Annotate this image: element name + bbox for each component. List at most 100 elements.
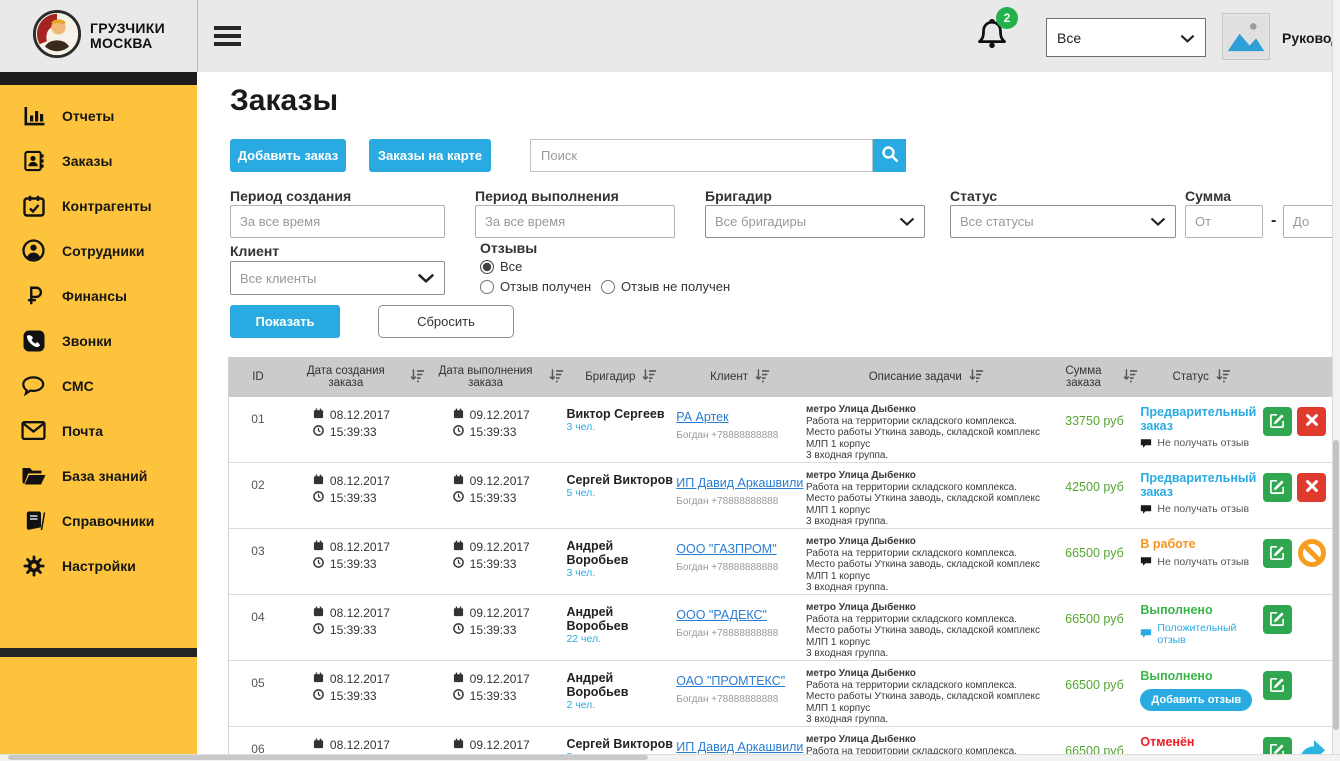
header-brigadir[interactable]: Бригадир [566,357,676,397]
radio-review-not-received[interactable]: Отзыв не получен [601,279,730,294]
edit-pencil-icon [1269,478,1286,498]
folder-open-icon [20,463,47,489]
period-created-input[interactable] [230,205,445,238]
hamburger-menu-icon[interactable] [214,26,241,47]
filter-status-label: Статус [950,188,998,204]
search-input[interactable] [530,139,873,172]
sidebar-item-calls[interactable]: Звонки [0,318,197,363]
delete-order-button[interactable] [1297,473,1327,502]
order-id: 02 [251,478,265,492]
orders-on-map-button[interactable]: Заказы на карте [369,139,491,172]
client-link[interactable]: РА Артек [676,410,728,424]
client-link[interactable]: ОАО "ПРОМТЕКС" [676,674,785,688]
sidebar-item-sms[interactable]: СМС [0,363,197,408]
client-link[interactable]: ООО "РАДЕКС" [676,608,767,622]
avatar[interactable] [1222,13,1270,60]
sidebar-bottom-divider [0,648,197,657]
speech-bubble-icon [1140,438,1152,449]
header-created-date[interactable]: Дата создания заказа [287,357,427,397]
sidebar-item-label: База знаний [62,467,148,484]
sidebar-item-label: СМС [62,377,94,394]
search-button[interactable] [873,139,906,172]
client-phone: Богдан +78888888888 [676,430,779,441]
sum-to-input[interactable] [1283,205,1333,238]
executed-date-cell: 09.12.2017 15:39:33 [427,661,567,726]
sidebar-item-contractors[interactable]: Контрагенты [0,183,197,228]
sidebar-item-label: Финансы [62,287,127,304]
edit-order-button[interactable] [1263,605,1293,634]
edit-order-button[interactable] [1263,539,1293,568]
calendar-icon [313,474,324,488]
review-note: Не получать отзыв [1140,556,1263,568]
edit-pencil-icon [1269,676,1286,696]
show-button[interactable]: Показать [230,305,340,338]
client-select[interactable]: Все клиенты [230,261,445,295]
x-icon [1304,412,1320,431]
sidebar-item-mail[interactable]: Почта [0,408,197,453]
header-filter-select-value: Все [1057,29,1082,46]
app: 2 Все Руководи ГРУЗЧИКИ МОСКВА Отчеты За… [0,0,1340,761]
cancel-order-button[interactable] [1297,538,1327,569]
task-description-cell: метро Улица Дыбенко Работа на территории … [806,404,1040,462]
horizontal-scrollbar-thumb[interactable] [8,755,648,760]
client-link[interactable]: ООО "ГАЗПРОМ" [676,542,776,556]
order-id: 01 [251,412,265,426]
sidebar-item-settings[interactable]: Настройки [0,543,197,588]
header-filter-select[interactable]: Все [1046,18,1206,57]
radio-review-received[interactable]: Отзыв получен [480,279,591,294]
sidebar-item-references[interactable]: Справочники [0,498,197,543]
edit-order-button[interactable] [1263,671,1293,700]
edit-order-button[interactable] [1263,407,1293,436]
header-executed-date[interactable]: Дата выполнения заказа [427,357,567,397]
radio-reviews-all[interactable]: Все [480,259,522,274]
radio-input-received[interactable] [480,279,494,294]
calendar-icon [313,672,324,686]
status-cell: Предварительный заказ Не получать отзыв [1140,397,1263,462]
sum-from-input[interactable] [1185,205,1263,238]
sidebar-item-label: Контрагенты [62,197,152,214]
sidebar-menu: Отчеты Заказы Контрагенты Сотрудники Фин… [0,93,197,588]
created-date-cell: 08.12.2017 15:39:33 [287,661,427,726]
header-status[interactable]: Статус [1140,357,1263,397]
status-cell: Выполнено Добавить отзыв [1140,661,1263,726]
edit-order-button[interactable] [1263,473,1293,502]
sidebar-item-orders[interactable]: Заказы [0,138,197,183]
add-review-button[interactable]: Добавить отзыв [1140,688,1253,711]
sidebar-item-employees[interactable]: Сотрудники [0,228,197,273]
review-note: Не получать отзыв [1140,437,1263,449]
created-date-cell: 08.12.2017 15:39:33 [287,595,427,660]
header-sum[interactable]: Сумма заказа [1049,357,1141,397]
table-row: 02 08.12.2017 15:39:33 09.12.2017 15:39:… [229,463,1333,529]
period-executed-input[interactable] [475,205,675,238]
sort-icon [754,368,770,387]
brigadir-cell: Андрей Воробьев 2 чел. [566,671,629,711]
sidebar-item-reports[interactable]: Отчеты [0,93,197,138]
sidebar-item-finances[interactable]: Финансы [0,273,197,318]
client-phone: Богдан +78888888888 [676,562,779,573]
brand-logo-block[interactable]: ГРУЗЧИКИ МОСКВА [0,0,197,72]
radio-input-all[interactable] [480,259,494,274]
speech-bubble-icon [1140,556,1152,567]
sidebar-item-knowledge-base[interactable]: База знаний [0,453,197,498]
status-select-value: Все статусы [960,214,1034,229]
reset-button[interactable]: Сбросить [378,305,514,338]
status-cell: Предварительный заказ Не получать отзыв [1140,463,1263,528]
radio-input-not-received[interactable] [601,279,615,294]
sum-range-dash: - [1271,212,1277,229]
delete-order-button[interactable] [1297,407,1327,436]
vertical-scrollbar-thumb[interactable] [1333,440,1339,730]
header-task[interactable]: Описание задачи [804,357,1049,397]
client-link[interactable]: ИП Давид Аркашвили [676,476,803,490]
add-order-button[interactable]: Добавить заказ [230,139,346,172]
client-link[interactable]: ИП Давид Аркашвили [676,740,803,754]
actions-cell [1263,463,1333,528]
brigadir-select[interactable]: Все бригадиры [705,205,925,238]
chevron-down-icon [417,271,435,286]
header-client[interactable]: Клиент [676,357,804,397]
edit-pencil-icon [1269,544,1286,564]
chevron-down-icon [899,214,915,229]
user-circle-icon [20,238,47,264]
status-select[interactable]: Все статусы [950,205,1176,238]
edit-pencil-icon [1269,610,1286,630]
review-note: Положительный отзыв [1140,622,1263,646]
